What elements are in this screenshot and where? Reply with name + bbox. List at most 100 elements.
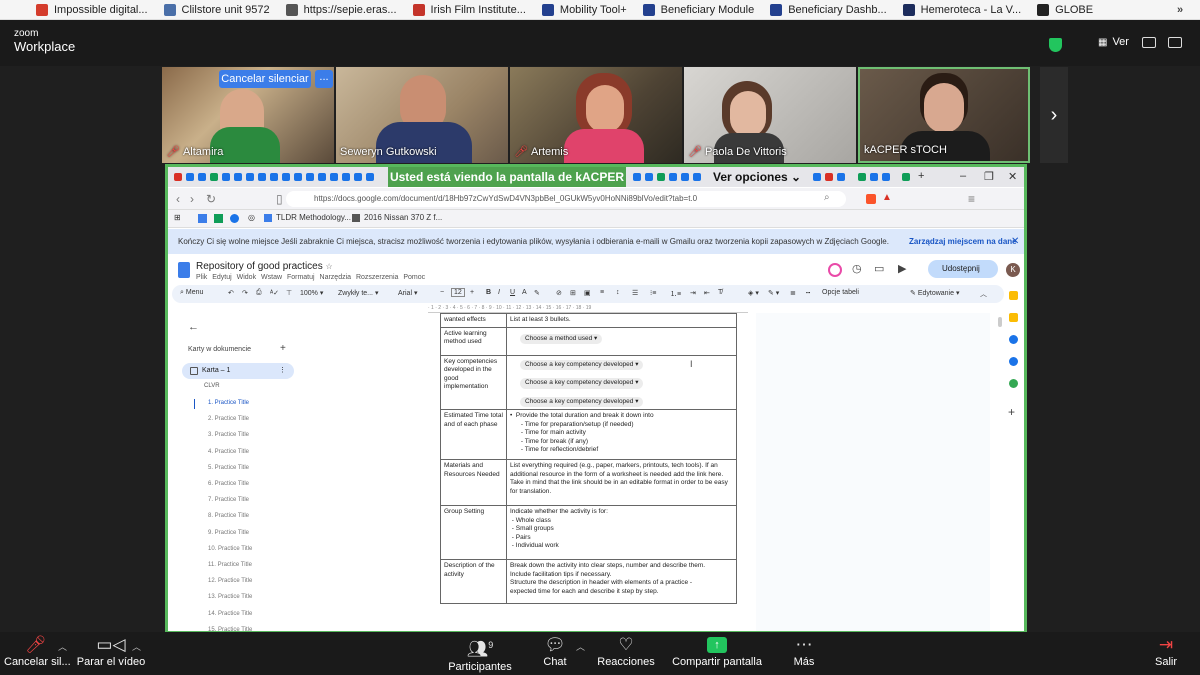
clear-format-icon[interactable]: T̸ bbox=[718, 289, 722, 296]
bookmark-item[interactable]: Irish Film Institute... bbox=[405, 0, 534, 20]
bookmark-icon[interactable]: ▯ bbox=[276, 192, 283, 206]
avatar[interactable]: K bbox=[1006, 263, 1020, 277]
tab-favicon[interactable] bbox=[354, 173, 362, 181]
forward-icon[interactable]: › bbox=[190, 192, 194, 206]
docs-bookmark-icon[interactable] bbox=[198, 214, 207, 223]
bookmark-item[interactable]: Beneficiary Module bbox=[635, 0, 763, 20]
back-arrow-icon[interactable]: ← bbox=[188, 321, 199, 333]
fill-color-icon[interactable]: ◈ ▾ bbox=[748, 289, 759, 297]
align-icon[interactable]: ≡ bbox=[600, 289, 604, 296]
video-tile-seweryn[interactable]: Seweryn Gutkowski bbox=[336, 67, 508, 163]
tab-favicon[interactable] bbox=[693, 173, 701, 181]
border-color-icon[interactable]: ✎ ▾ bbox=[768, 289, 779, 297]
bullets-icon[interactable]: ⁝≡ bbox=[650, 289, 656, 297]
tab-favicon[interactable] bbox=[294, 173, 302, 181]
font-select[interactable]: Arial ▾ bbox=[398, 289, 417, 297]
tab-favicon[interactable] bbox=[882, 173, 890, 181]
encryption-shield-icon[interactable] bbox=[1049, 38, 1062, 52]
tab-favicon[interactable] bbox=[837, 173, 845, 181]
italic-icon[interactable]: I bbox=[498, 289, 500, 296]
competency-dropdown-chip[interactable]: Choose a key competency developed ▾ bbox=[520, 396, 644, 407]
close-icon[interactable]: ✕ bbox=[1008, 170, 1017, 183]
bookmarks-overflow-button[interactable]: » bbox=[1160, 0, 1200, 20]
view-button[interactable]: ▦ Ver bbox=[1098, 36, 1129, 48]
share-doc-button[interactable]: Udostępnij bbox=[928, 260, 998, 278]
docs-menu-bar[interactable]: Plik Edytuj Widok Wstaw Formatuj Narzędz… bbox=[196, 274, 425, 281]
add-addon-icon[interactable]: + bbox=[1008, 405, 1015, 419]
tab-favicon[interactable] bbox=[858, 173, 866, 181]
row-label[interactable]: Active learning method used bbox=[440, 326, 507, 356]
outline-item[interactable]: 8. Practice Title bbox=[208, 513, 249, 519]
text-color-icon[interactable]: A bbox=[522, 289, 527, 296]
outline-item[interactable]: 14. Practice Title bbox=[208, 611, 252, 617]
font-size-plus[interactable]: + bbox=[470, 289, 474, 296]
dismiss-close-icon[interactable]: ✕ bbox=[1011, 229, 1019, 254]
tab-favicon[interactable] bbox=[645, 173, 653, 181]
tab-karta-1[interactable]: Karta – 1 ⋮ bbox=[182, 363, 294, 379]
insert-image-icon[interactable]: ▣ bbox=[584, 289, 591, 297]
row-content[interactable]: Indicate whether the activity is for: - … bbox=[506, 505, 737, 560]
tab-favicon[interactable] bbox=[902, 173, 910, 181]
brave-rewards-icon[interactable]: ▲ bbox=[882, 192, 892, 203]
font-size-field[interactable]: 12 bbox=[451, 288, 465, 297]
reactions-button[interactable]: ♡ Reacciones bbox=[596, 634, 656, 668]
redo-icon[interactable]: ↷ bbox=[242, 289, 248, 297]
minimize-icon[interactable]: – bbox=[960, 170, 966, 182]
chat-button[interactable]: 💬︎ Chat bbox=[536, 634, 574, 668]
comment-icon[interactable]: ▭ bbox=[874, 262, 884, 275]
spellcheck-icon[interactable]: ᴬ✓ bbox=[270, 289, 279, 297]
paint-format-icon[interactable]: ⊤ bbox=[286, 289, 292, 297]
video-tile-kacper[interactable]: kACPER sTOCH bbox=[858, 67, 1030, 163]
style-select[interactable]: Zwykły te... ▾ bbox=[338, 289, 378, 297]
reload-icon[interactable]: ↻ bbox=[206, 192, 216, 206]
bookmark-item[interactable]: Clilstore unit 9572 bbox=[156, 0, 278, 20]
row-label[interactable]: wanted effects bbox=[440, 313, 507, 328]
row-label[interactable]: Materials and Resources Needed bbox=[440, 459, 507, 506]
participants-button[interactable]: 👥︎9 Participantes bbox=[446, 634, 514, 673]
tab-favicon[interactable] bbox=[813, 173, 821, 181]
bookmark-item[interactable]: Hemeroteca - La V... bbox=[895, 0, 1029, 20]
keep-icon[interactable] bbox=[1009, 291, 1018, 300]
globe-bookmark-icon[interactable]: ◎ bbox=[248, 213, 255, 222]
bookmark-item[interactable]: Mobility Tool+ bbox=[534, 0, 635, 20]
row-content[interactable]: List at least 3 bullets. bbox=[506, 313, 737, 328]
bookmark-item[interactable]: https://sepie.eras... bbox=[278, 0, 405, 20]
indent-icon[interactable]: ⇥ bbox=[690, 289, 696, 297]
tab-more-icon[interactable]: ⋮ bbox=[279, 363, 286, 379]
sheets-bookmark-icon[interactable] bbox=[214, 214, 223, 223]
bookmark-item[interactable]: Impossible digital... bbox=[28, 0, 156, 20]
row-content[interactable]: Choose a key competency developed ▾ Choo… bbox=[506, 354, 737, 410]
gemini-icon[interactable] bbox=[828, 263, 842, 277]
menu-icon[interactable]: ≡ bbox=[968, 192, 975, 206]
print-icon[interactable]: ⎙ bbox=[256, 289, 262, 297]
bookmark-item[interactable]: Beneficiary Dashb... bbox=[762, 0, 894, 20]
tab-favicon[interactable] bbox=[270, 173, 278, 181]
line-spacing-icon[interactable]: ↕ bbox=[616, 289, 620, 296]
restore-icon[interactable]: ❐ bbox=[984, 170, 994, 183]
outline-section[interactable]: CLVR bbox=[204, 383, 220, 389]
method-dropdown-chip[interactable]: Choose a method used ▾ bbox=[520, 333, 603, 344]
undo-icon[interactable]: ↶ bbox=[228, 289, 234, 297]
view-options-button[interactable]: Ver opciones ⌄ bbox=[713, 170, 801, 184]
border-dash-icon[interactable]: ┅ bbox=[806, 289, 810, 297]
tab-favicon[interactable] bbox=[282, 173, 290, 181]
add-tab-icon[interactable]: + bbox=[280, 343, 286, 354]
underline-icon[interactable]: U bbox=[510, 289, 515, 296]
row-content[interactable]: • Provide the total duration and break i… bbox=[506, 409, 737, 460]
tab-favicon[interactable] bbox=[258, 173, 266, 181]
competency-dropdown-chip[interactable]: Choose a key competency developed ▾ bbox=[520, 359, 644, 370]
doc-title[interactable]: Repository of good practices ☆ bbox=[196, 261, 333, 272]
star-icon[interactable]: ☆ bbox=[326, 262, 333, 271]
tab-favicon[interactable] bbox=[681, 173, 689, 181]
search-icon[interactable]: ⌕ bbox=[824, 192, 830, 203]
border-width-icon[interactable]: ≣ bbox=[790, 289, 796, 297]
tab-favicon[interactable] bbox=[669, 173, 677, 181]
share-screen-button[interactable]: ↑ Compartir pantalla bbox=[672, 634, 762, 668]
outdent-icon[interactable]: ⇤ bbox=[704, 289, 710, 297]
bookmark-nissan[interactable]: 2016 Nissan 370 Z f... bbox=[352, 213, 442, 222]
tab-favicon[interactable] bbox=[198, 173, 206, 181]
outline-item[interactable]: 13. Practice Title bbox=[208, 594, 252, 600]
manage-storage-link[interactable]: Zarządzaj miejscem na dane bbox=[909, 229, 1017, 254]
video-options-caret[interactable]: ︿ bbox=[132, 640, 141, 653]
outline-item[interactable]: 9. Practice Title bbox=[208, 530, 249, 536]
